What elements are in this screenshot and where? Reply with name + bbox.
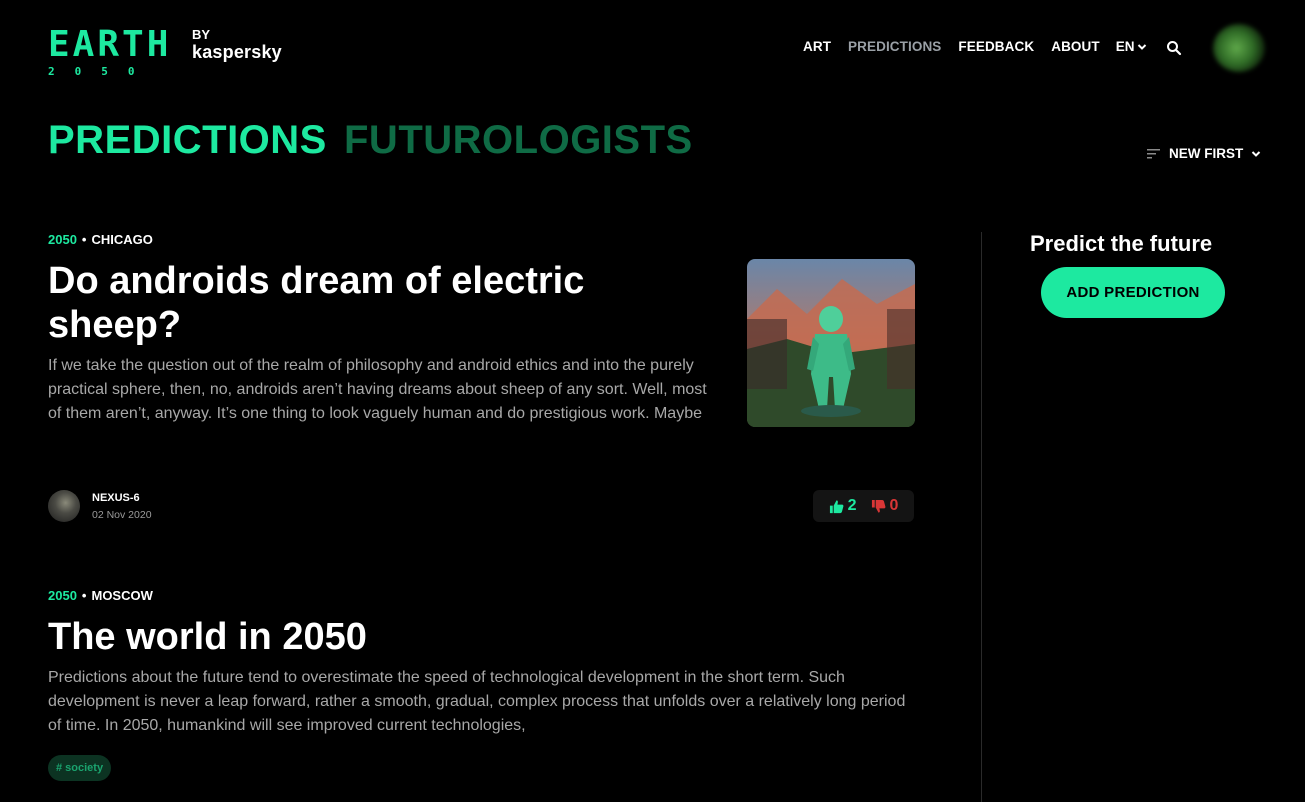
main-nav: ART PREDICTIONS FEEDBACK ABOUT EN xyxy=(803,39,1147,54)
add-prediction-button[interactable]: ADD PREDICTION xyxy=(1041,267,1225,318)
user-avatar[interactable] xyxy=(1213,24,1265,72)
author-avatar[interactable] xyxy=(48,490,80,522)
logo-by: BY xyxy=(192,27,211,42)
tag-society[interactable]: # society xyxy=(48,755,112,781)
post-year[interactable]: 2050 xyxy=(48,232,77,247)
like-button[interactable]: 2 xyxy=(829,497,857,515)
nav-about[interactable]: ABOUT xyxy=(1051,39,1100,54)
sort-label: NEW FIRST xyxy=(1169,146,1244,161)
post-meta: 2050 • MOSCOW xyxy=(48,588,153,603)
post-date: 02 Nov 2020 xyxy=(92,509,152,521)
post-excerpt: Predictions about the future tend to ove… xyxy=(48,669,906,734)
post-image xyxy=(747,259,915,427)
nav-art[interactable]: ART xyxy=(803,39,831,54)
sort-dropdown[interactable]: NEW FIRST xyxy=(1147,146,1261,161)
chevron-down-icon xyxy=(1252,150,1261,157)
tab-futurologists[interactable]: FUTUROLOGISTS xyxy=(344,118,693,163)
dislike-count: 0 xyxy=(889,497,899,514)
post-city[interactable]: CHICAGO xyxy=(91,232,152,247)
tab-predictions[interactable]: PREDICTIONS xyxy=(48,118,327,163)
post-title[interactable]: The world in 2050 xyxy=(48,615,688,659)
logo-word: EARTH xyxy=(48,24,172,65)
nav-predictions[interactable]: PREDICTIONS xyxy=(848,39,941,54)
logo-year: 2050 xyxy=(48,65,155,78)
like-count: 2 xyxy=(847,497,857,514)
author-name[interactable]: NEXUS-6 xyxy=(92,492,140,504)
earth-2050-logo[interactable]: EARTH 2050 BY kaspersky xyxy=(48,24,288,79)
language-label: EN xyxy=(1115,39,1135,54)
sort-icon xyxy=(1147,148,1160,158)
vote-box: 2 0 xyxy=(813,490,914,522)
thumbs-down-icon xyxy=(871,499,885,513)
language-selector[interactable]: EN xyxy=(1116,39,1148,54)
post-year[interactable]: 2050 xyxy=(48,588,77,603)
chevron-down-icon xyxy=(1138,43,1147,50)
column-divider xyxy=(981,232,982,802)
post-meta: 2050 • CHICAGO xyxy=(48,232,153,247)
post-city[interactable]: MOSCOW xyxy=(91,588,152,603)
search-icon[interactable] xyxy=(1166,40,1182,56)
nav-feedback[interactable]: FEEDBACK xyxy=(958,39,1034,54)
post-thumbnail[interactable] xyxy=(747,259,915,427)
post-title[interactable]: Do androids dream of electric sheep? xyxy=(48,259,688,347)
sidebar-title: Predict the future xyxy=(1030,231,1213,256)
dislike-button[interactable]: 0 xyxy=(871,497,899,515)
logo-brand: kaspersky xyxy=(192,42,282,62)
thumbs-up-icon xyxy=(829,499,844,513)
post-excerpt: If we take the question out of the realm… xyxy=(48,357,707,422)
